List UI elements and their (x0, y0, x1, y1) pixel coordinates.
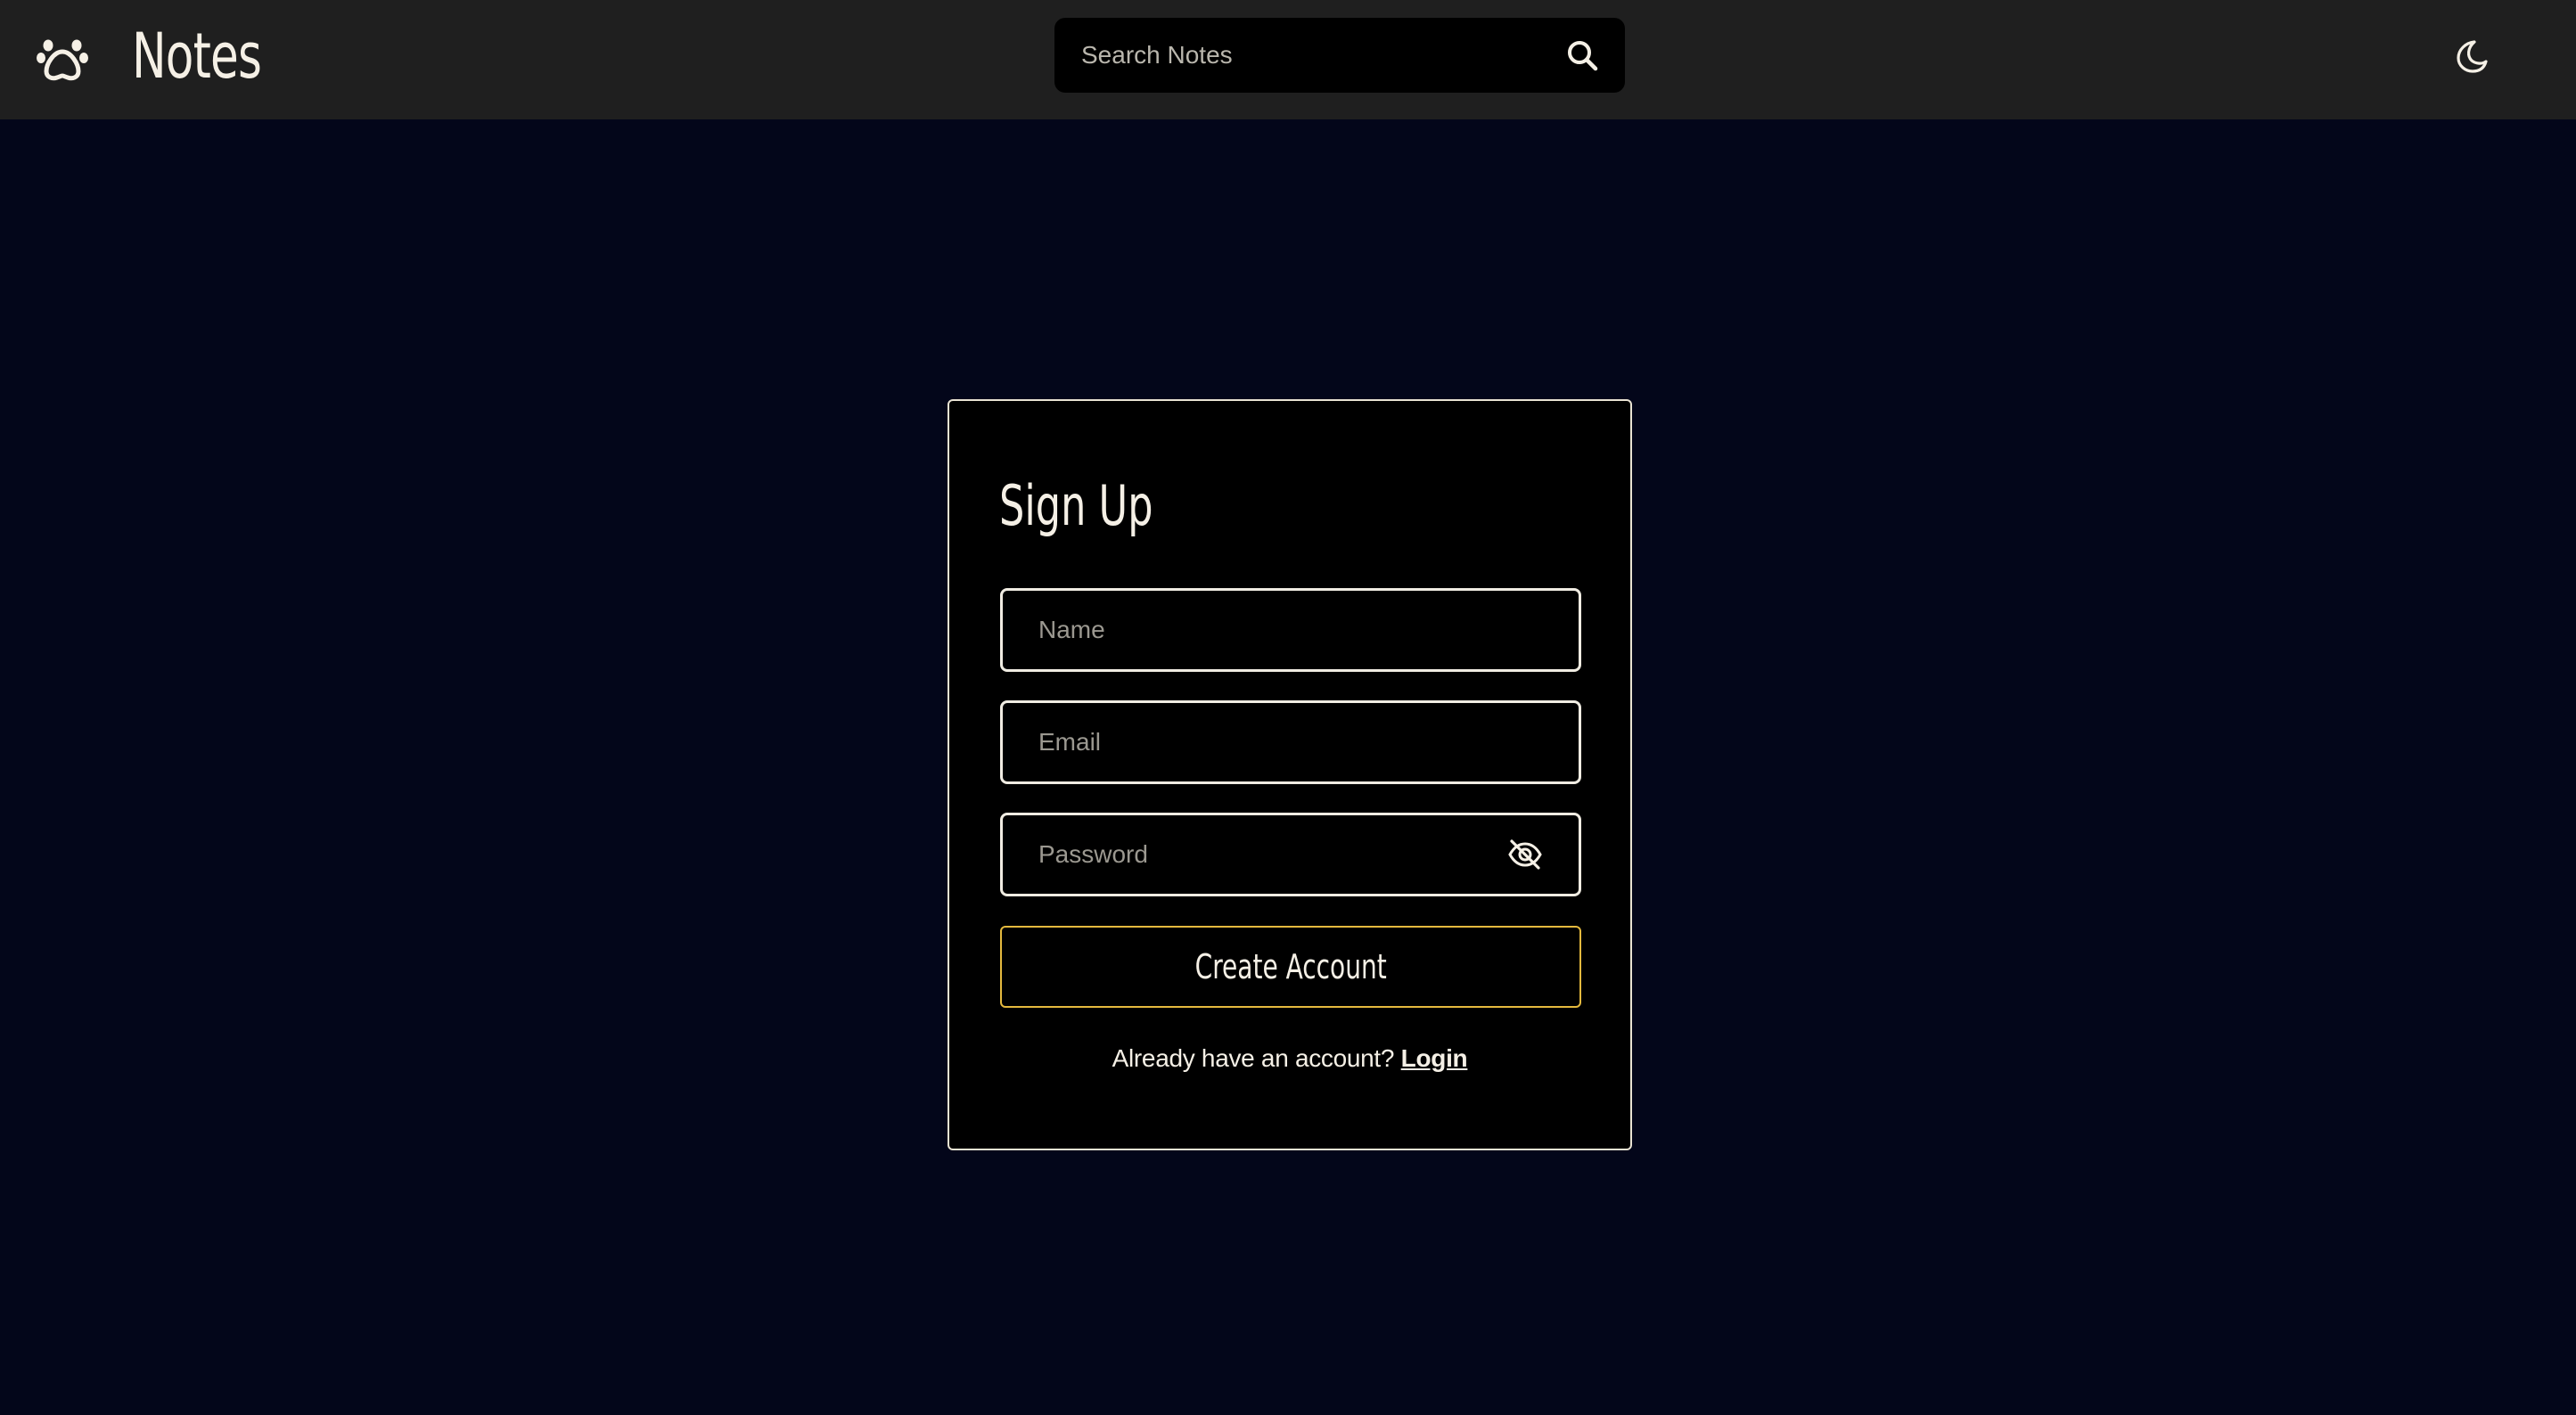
login-prompt-text: Already have an account? (1112, 1044, 1401, 1072)
moon-icon[interactable] (2453, 37, 2490, 75)
password-field-wrapper (1000, 813, 1581, 896)
paw-icon[interactable] (36, 30, 89, 84)
email-field-wrapper (1000, 700, 1581, 784)
name-field-wrapper (1000, 588, 1581, 672)
email-field[interactable] (1038, 703, 1520, 781)
create-account-button[interactable]: Create Account (1000, 926, 1581, 1008)
name-field[interactable] (1038, 591, 1520, 669)
login-link[interactable]: Login (1401, 1044, 1468, 1072)
search-icon[interactable] (1566, 39, 1598, 71)
search-input[interactable] (1081, 18, 1545, 93)
password-field[interactable] (1038, 815, 1520, 894)
top-navbar: Notes (0, 0, 2576, 119)
login-prompt: Already have an account? Login (949, 1044, 1630, 1073)
search-bar (1054, 18, 1625, 93)
app-title[interactable]: Notes (132, 16, 262, 96)
signup-card: Sign Up Create Account Already have an a… (948, 399, 1632, 1150)
signup-title: Sign Up (999, 473, 1153, 538)
eye-off-icon[interactable] (1507, 838, 1543, 871)
create-account-label: Create Account (1194, 947, 1387, 986)
